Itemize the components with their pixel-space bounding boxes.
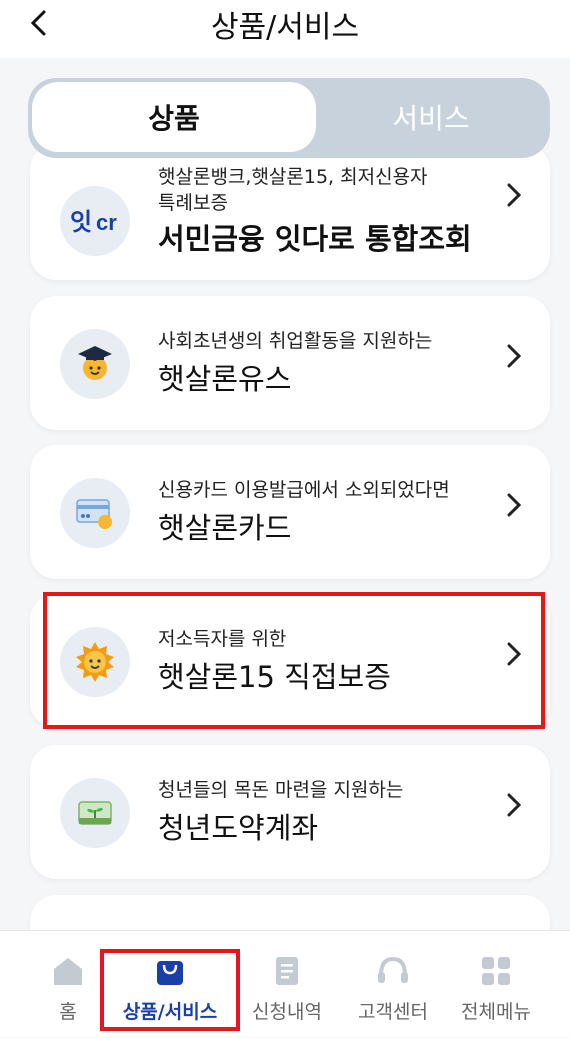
card-sunshine-15[interactable]: 저소득자를 위한 햇살론15 직접보증 <box>30 594 550 728</box>
card-itda[interactable]: 잇 cr 햇살론뱅크,햇살론15, 최저신용자 특례보증 서민금융 잇다로 통합… <box>30 144 550 280</box>
grid-menu-icon <box>482 957 510 985</box>
chevron-right-icon <box>506 492 522 525</box>
card-subtitle-line1: 햇살론뱅크,햇살론15, 최저신용자 <box>158 166 428 188</box>
segmented-toggle: 상품 서비스 <box>28 78 550 158</box>
chevron-right-icon <box>506 343 522 376</box>
card-sunshine-card[interactable]: 신용카드 이용발급에서 소외되었다면 햇살론카드 <box>30 445 550 579</box>
card-subtitle: 사회초년생의 취업활동을 지원하는 <box>158 330 433 352</box>
tab-products-services[interactable]: 상품/서비스 <box>103 931 237 1038</box>
home-icon <box>54 958 82 985</box>
tab-all-menu[interactable]: 전체메뉴 <box>446 931 546 1038</box>
chevron-right-icon <box>506 641 522 674</box>
card-subtitle: 청년들의 목돈 마련을 지원하는 <box>158 779 404 801</box>
sun-icon <box>60 627 130 697</box>
toggle-products[interactable]: 상품 <box>32 82 316 152</box>
tab-label: 전체메뉴 <box>461 1001 531 1023</box>
card-sunshine-youth[interactable]: 사회초년생의 취업활동을 지원하는 햇살론유스 <box>30 296 550 430</box>
card-subtitle-line2: 특례보증 <box>158 192 228 214</box>
itda-logo-icon: 잇 cr <box>60 186 130 256</box>
card-title: 청년도약계좌 <box>158 811 319 845</box>
card-subtitle: 저소득자를 위한 <box>158 628 287 650</box>
toggle-services[interactable]: 서비스 <box>316 82 546 152</box>
tab-label: 신청내역 <box>252 1001 322 1023</box>
shopping-bag-icon <box>157 961 183 985</box>
card-title: 햇살론유스 <box>158 362 292 396</box>
chevron-right-icon <box>506 792 522 825</box>
document-icon <box>276 957 298 985</box>
card-youth-account[interactable]: 청년들의 목돈 마련을 지원하는 청년도약계좌 <box>30 745 550 879</box>
svg-text:cr: cr <box>96 210 117 235</box>
card-sun-icon <box>60 478 130 548</box>
page-title: 상품/서비스 <box>210 10 360 45</box>
card-title: 햇살론카드 <box>158 511 292 545</box>
tab-applications[interactable]: 신청내역 <box>237 931 337 1038</box>
tab-label: 상품/서비스 <box>122 1001 218 1023</box>
svg-text:잇: 잇 <box>70 209 92 236</box>
card-subtitle: 신용카드 이용발급에서 소외되었다면 <box>158 479 450 501</box>
card-title: 서민금융 잇다로 통합조회 <box>158 222 472 256</box>
sprout-icon <box>60 778 130 848</box>
headset-icon <box>378 956 408 983</box>
graduate-sun-icon <box>60 329 130 399</box>
header: 상품/서비스 <box>0 0 570 58</box>
card-title: 햇살론15 직접보증 <box>158 660 391 694</box>
bottom-tabbar: 홈 상품/서비스 신청내역 고객센터 전체메뉴 <box>0 930 570 1037</box>
chevron-right-icon <box>506 182 522 215</box>
tab-customer-center[interactable]: 고객센터 <box>343 931 443 1038</box>
tab-label: 고객센터 <box>358 1001 428 1023</box>
